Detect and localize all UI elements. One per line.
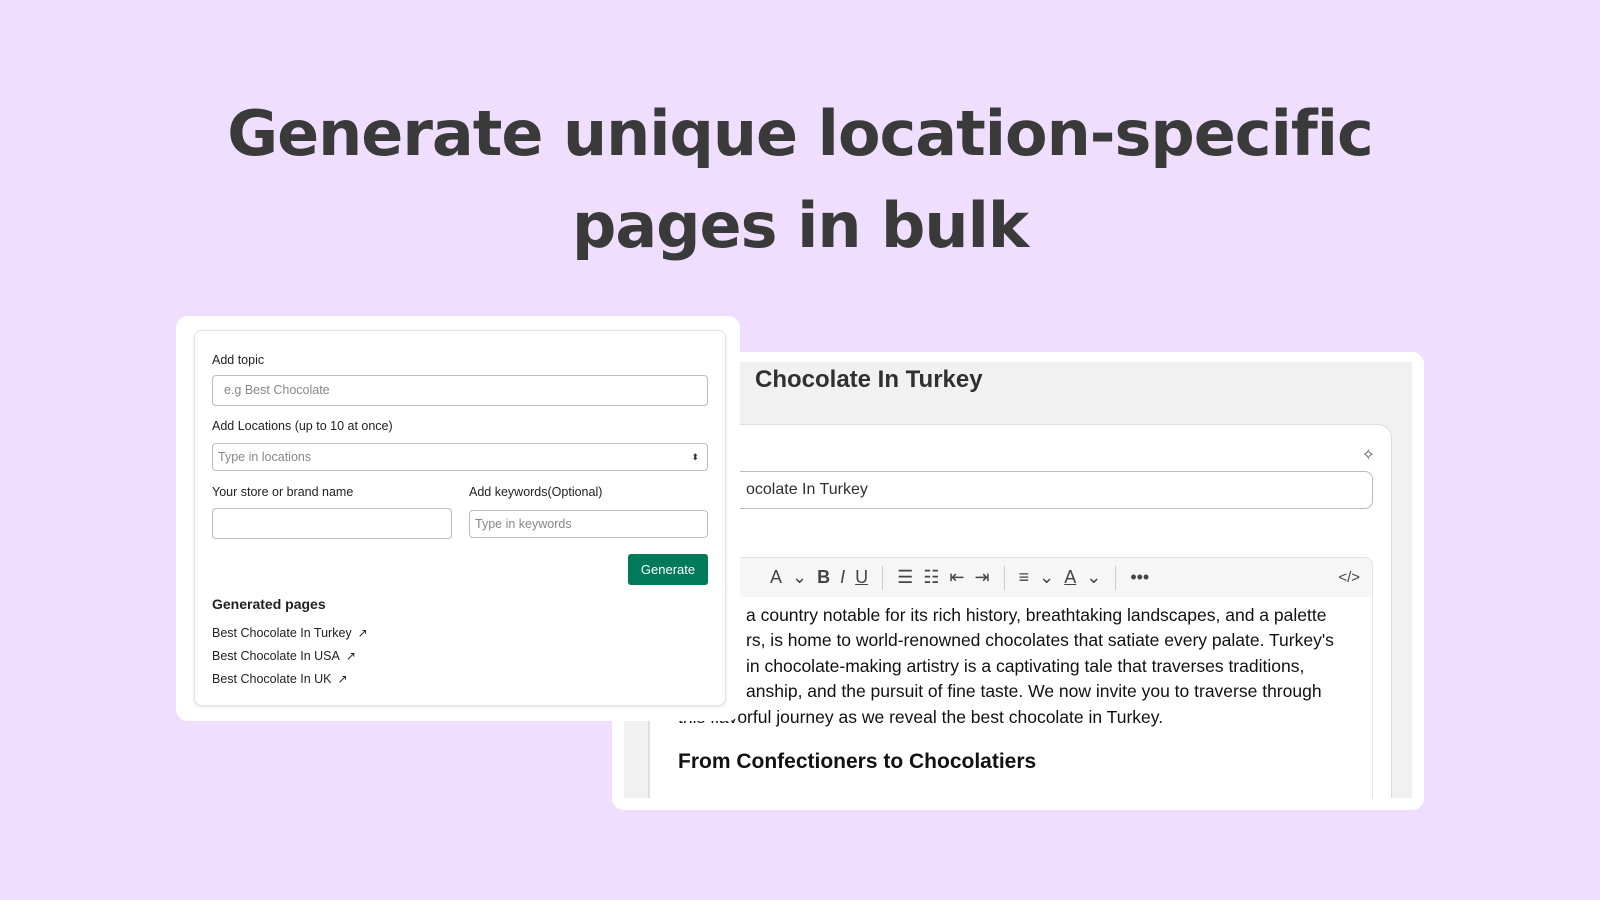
body-line: a country notable for its rich history, …	[746, 605, 1327, 625]
hero-line-2: pages in bulk	[571, 189, 1029, 262]
locations-select[interactable]: Type in locations ⬍	[212, 443, 708, 471]
rich-text-toolbar: A ⌄ B I U ☰ ☷ ⇤ ⇥ ≡ ⌄ A ⌄ ••• </>	[649, 557, 1373, 597]
bold-icon[interactable]: B	[817, 567, 830, 588]
hero-line-1: Generate unique location-specific	[227, 97, 1374, 170]
link-text[interactable]: Best Chocolate In UK	[212, 672, 332, 686]
generated-pages-title: Generated pages	[212, 596, 326, 612]
topic-input[interactable]: e.g Best Chocolate	[212, 375, 708, 406]
body-line: anship, and the pursuit of fine taste. W…	[746, 681, 1322, 701]
editor-body[interactable]: a country notable for its rich history, …	[649, 597, 1373, 798]
link-text[interactable]: Best Chocolate In USA	[212, 649, 340, 663]
external-link-icon[interactable]: ↗	[338, 672, 348, 686]
body-line: this flavorful journey as we reveal the …	[678, 707, 1164, 727]
chevron-down-icon[interactable]: ⌄	[1086, 567, 1101, 588]
generate-button[interactable]: Generate	[628, 554, 708, 585]
hero-heading: Generate unique location-specific pages …	[0, 88, 1600, 272]
text-color-icon[interactable]: A	[1064, 567, 1076, 588]
external-link-icon[interactable]: ↗	[358, 626, 368, 640]
topic-label: Add topic	[212, 353, 265, 367]
link-text[interactable]: Best Chocolate In Turkey	[212, 626, 352, 640]
divider	[1115, 565, 1117, 590]
select-arrows-icon: ⬍	[691, 452, 699, 462]
external-link-icon[interactable]: ↗	[346, 649, 356, 663]
locations-placeholder: Type in locations	[218, 450, 312, 464]
underline-icon[interactable]: U	[855, 567, 868, 588]
chevron-down-icon[interactable]: ⌄	[792, 567, 807, 588]
body-heading: From Confectioners to Chocolatiers	[678, 750, 1037, 773]
divider	[1003, 565, 1005, 590]
bullet-list-icon[interactable]: ☰	[897, 567, 913, 588]
body-line: in chocolate-making artistry is a captiv…	[746, 656, 1305, 676]
keywords-label: Add keywords(Optional)	[469, 485, 603, 499]
generator-form: Add topic e.g Best Chocolate Add Locatio…	[194, 330, 726, 706]
indent-icon[interactable]: ⇥	[975, 567, 990, 588]
editor-panel: ✧ ocolate In Turkey A ⌄ B I U ☰ ☷ ⇤ ⇥ ≡ …	[648, 424, 1392, 798]
outdent-icon[interactable]: ⇤	[949, 567, 964, 588]
italic-icon[interactable]: I	[840, 567, 845, 588]
generator-card: Add topic e.g Best Chocolate Add Locatio…	[176, 316, 740, 721]
body-line: rs, is home to world-renowned chocolates…	[746, 630, 1334, 650]
divider	[882, 565, 884, 590]
generated-page-link[interactable]: Best Chocolate In Turkey ↗	[212, 626, 368, 640]
page-title: Chocolate In Turkey	[755, 366, 983, 393]
keywords-input[interactable]: Type in keywords	[469, 510, 708, 538]
title-input[interactable]: ocolate In Turkey	[649, 471, 1373, 509]
brand-input[interactable]	[212, 508, 452, 539]
numbered-list-icon[interactable]: ☷	[923, 567, 939, 588]
code-view-icon[interactable]: </>	[1338, 569, 1360, 586]
editor-page: Chocolate In Turkey ✧ ocolate In Turkey …	[624, 362, 1412, 798]
ai-sparkle-icon[interactable]: ✧	[1362, 445, 1375, 465]
generated-page-link[interactable]: Best Chocolate In USA ↗	[212, 649, 356, 663]
brand-label: Your store or brand name	[212, 485, 354, 499]
align-icon[interactable]: ≡	[1019, 567, 1030, 588]
font-style-icon[interactable]: A	[770, 567, 782, 588]
chevron-down-icon[interactable]: ⌄	[1039, 567, 1054, 588]
generated-page-link[interactable]: Best Chocolate In UK ↗	[212, 672, 348, 686]
locations-label: Add Locations (up to 10 at once)	[212, 419, 393, 433]
more-icon[interactable]: •••	[1130, 567, 1149, 588]
